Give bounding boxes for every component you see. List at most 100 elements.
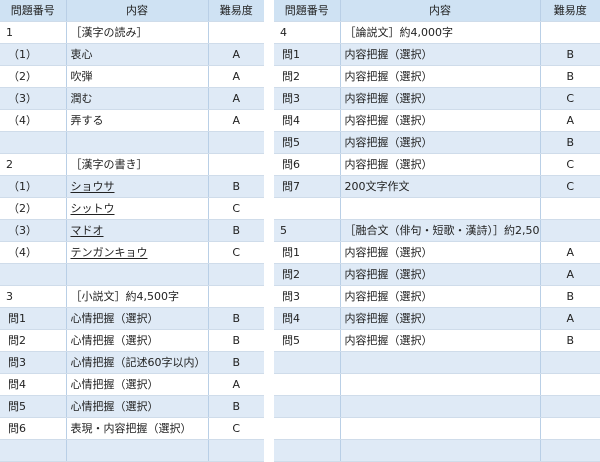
difficulty-cell: B — [540, 43, 600, 66]
question-number-cell-text: 問1 — [282, 245, 300, 259]
content-cell — [66, 131, 209, 154]
content-cell: 潤む — [66, 87, 209, 110]
content-cell: 内容把握（選択） — [340, 87, 541, 110]
content-cell: 内容把握（選択） — [340, 285, 541, 308]
difficulty-cell — [208, 285, 264, 308]
difficulty-cell — [540, 439, 600, 462]
difficulty-cell: B — [208, 175, 264, 198]
content-cell: 内容把握（選択） — [340, 241, 541, 264]
difficulty-cell-text: C — [232, 201, 241, 215]
question-number-cell: 問7 — [274, 175, 341, 198]
question-number-cell-text: 問2 — [282, 69, 300, 83]
difficulty-cell: A — [540, 109, 600, 132]
difficulty-cell-text: B — [232, 311, 241, 325]
table-row: 問3 内容把握（選択） C — [274, 87, 600, 110]
difficulty-cell: A — [540, 241, 600, 264]
question-number-cell-text: 3 — [6, 289, 13, 303]
question-number-cell-text: 問4 — [8, 377, 26, 391]
difficulty-cell-text: B — [566, 289, 575, 303]
question-number-cell-text: 問3 — [282, 289, 300, 303]
question-number-cell-text: 問2 — [282, 267, 300, 281]
table-row: 1 ［漢字の読み］ — [0, 21, 264, 44]
question-number-cell: （4） — [0, 241, 67, 264]
question-number-cell — [274, 351, 341, 374]
question-number-cell: 問4 — [274, 307, 341, 330]
difficulty-cell-text: C — [566, 91, 575, 105]
difficulty-cell-text: B — [232, 223, 241, 237]
content-cell: 内容把握（選択） — [340, 263, 541, 286]
content-cell: 内容把握（選択） — [340, 307, 541, 330]
question-number-cell: 問3 — [0, 351, 67, 374]
difficulty-cell: B — [540, 285, 600, 308]
question-number-cell: 問5 — [274, 131, 341, 154]
header-difficulty: 難易度 — [540, 0, 600, 22]
difficulty-cell: B — [208, 351, 264, 374]
question-number-cell — [0, 439, 67, 462]
question-number-cell: 2 — [0, 153, 67, 176]
table-row: 問1 心情把握（選択） B — [0, 307, 264, 330]
difficulty-cell: A — [208, 373, 264, 396]
difficulty-cell: C — [540, 153, 600, 176]
question-number-cell: （1） — [0, 43, 67, 66]
content-cell — [66, 263, 209, 286]
difficulty-cell: A — [540, 307, 600, 330]
question-number-cell-text: （3） — [8, 223, 37, 237]
difficulty-cell — [208, 439, 264, 462]
content-cell-text: 心情把握（選択） — [70, 311, 159, 325]
question-number-cell — [0, 131, 67, 154]
content-cell-text: 内容把握（選択） — [344, 69, 433, 83]
header-difficulty: 難易度 — [208, 0, 264, 22]
question-number-cell: 問3 — [274, 285, 341, 308]
difficulty-cell-text: A — [232, 113, 241, 127]
question-number-cell-text: 問3 — [282, 91, 300, 105]
table-row: （3） 潤む A — [0, 87, 264, 110]
content-cell: 内容把握（選択） — [340, 153, 541, 176]
question-number-cell: 3 — [0, 285, 67, 308]
question-number-cell-text: 問4 — [282, 311, 300, 325]
question-number-cell: 問4 — [274, 109, 341, 132]
content-cell-text: 心情把握（記述60字以内） — [70, 355, 206, 369]
difficulty-cell-text: B — [232, 399, 241, 413]
difficulty-cell-text: B — [566, 135, 575, 149]
difficulty-cell: B — [540, 131, 600, 154]
question-number-cell-text: 問1 — [8, 311, 26, 325]
question-number-cell-text: 問7 — [282, 179, 300, 193]
content-cell-text: ［論説文］約4,000字 — [344, 25, 454, 39]
question-number-cell: 問5 — [274, 329, 341, 352]
content-cell-text: 内容把握（選択） — [344, 267, 433, 281]
difficulty-cell: C — [208, 417, 264, 440]
question-number-cell: 5 — [274, 219, 341, 242]
content-cell-text: ［漢字の書き］ — [70, 157, 148, 171]
content-cell: 200文字作文 — [340, 175, 541, 198]
question-number-cell: 問1 — [274, 43, 341, 66]
content-cell — [340, 417, 541, 440]
question-number-cell-text: 問2 — [8, 333, 26, 347]
difficulty-cell — [540, 21, 600, 44]
table-row: （1） ショウサ B — [0, 175, 264, 198]
question-number-cell: （2） — [0, 65, 67, 88]
content-cell — [340, 351, 541, 374]
question-number-cell: 1 — [0, 21, 67, 44]
table-row: 4 ［論説文］約4,000字 — [274, 21, 600, 44]
difficulty-cell — [208, 21, 264, 44]
content-cell: ［小説文］約4,500字 — [66, 285, 209, 308]
content-cell: ［漢字の読み］ — [66, 21, 209, 44]
difficulty-cell-text: C — [566, 157, 575, 171]
table-row: 問1 内容把握（選択） A — [274, 241, 600, 264]
difficulty-cell — [540, 417, 600, 440]
table-row: 問2 心情把握（選択） B — [0, 329, 264, 352]
question-number-cell-text: 問5 — [282, 135, 300, 149]
content-cell-text: 内容把握（選択） — [344, 289, 433, 303]
content-cell: シットウ — [66, 197, 209, 220]
table-row — [274, 417, 600, 440]
difficulty-cell-text: C — [566, 179, 575, 193]
difficulty-cell: B — [540, 65, 600, 88]
difficulty-cell-text: B — [232, 355, 241, 369]
content-cell-text: 内容把握（選択） — [344, 47, 433, 61]
content-cell: 吹弾 — [66, 65, 209, 88]
difficulty-cell — [208, 153, 264, 176]
question-number-cell-text: 1 — [6, 25, 13, 39]
content-cell-text: 心情把握（選択） — [70, 377, 159, 391]
question-number-cell-text: （1） — [8, 47, 37, 61]
question-number-cell-text: （1） — [8, 179, 37, 193]
